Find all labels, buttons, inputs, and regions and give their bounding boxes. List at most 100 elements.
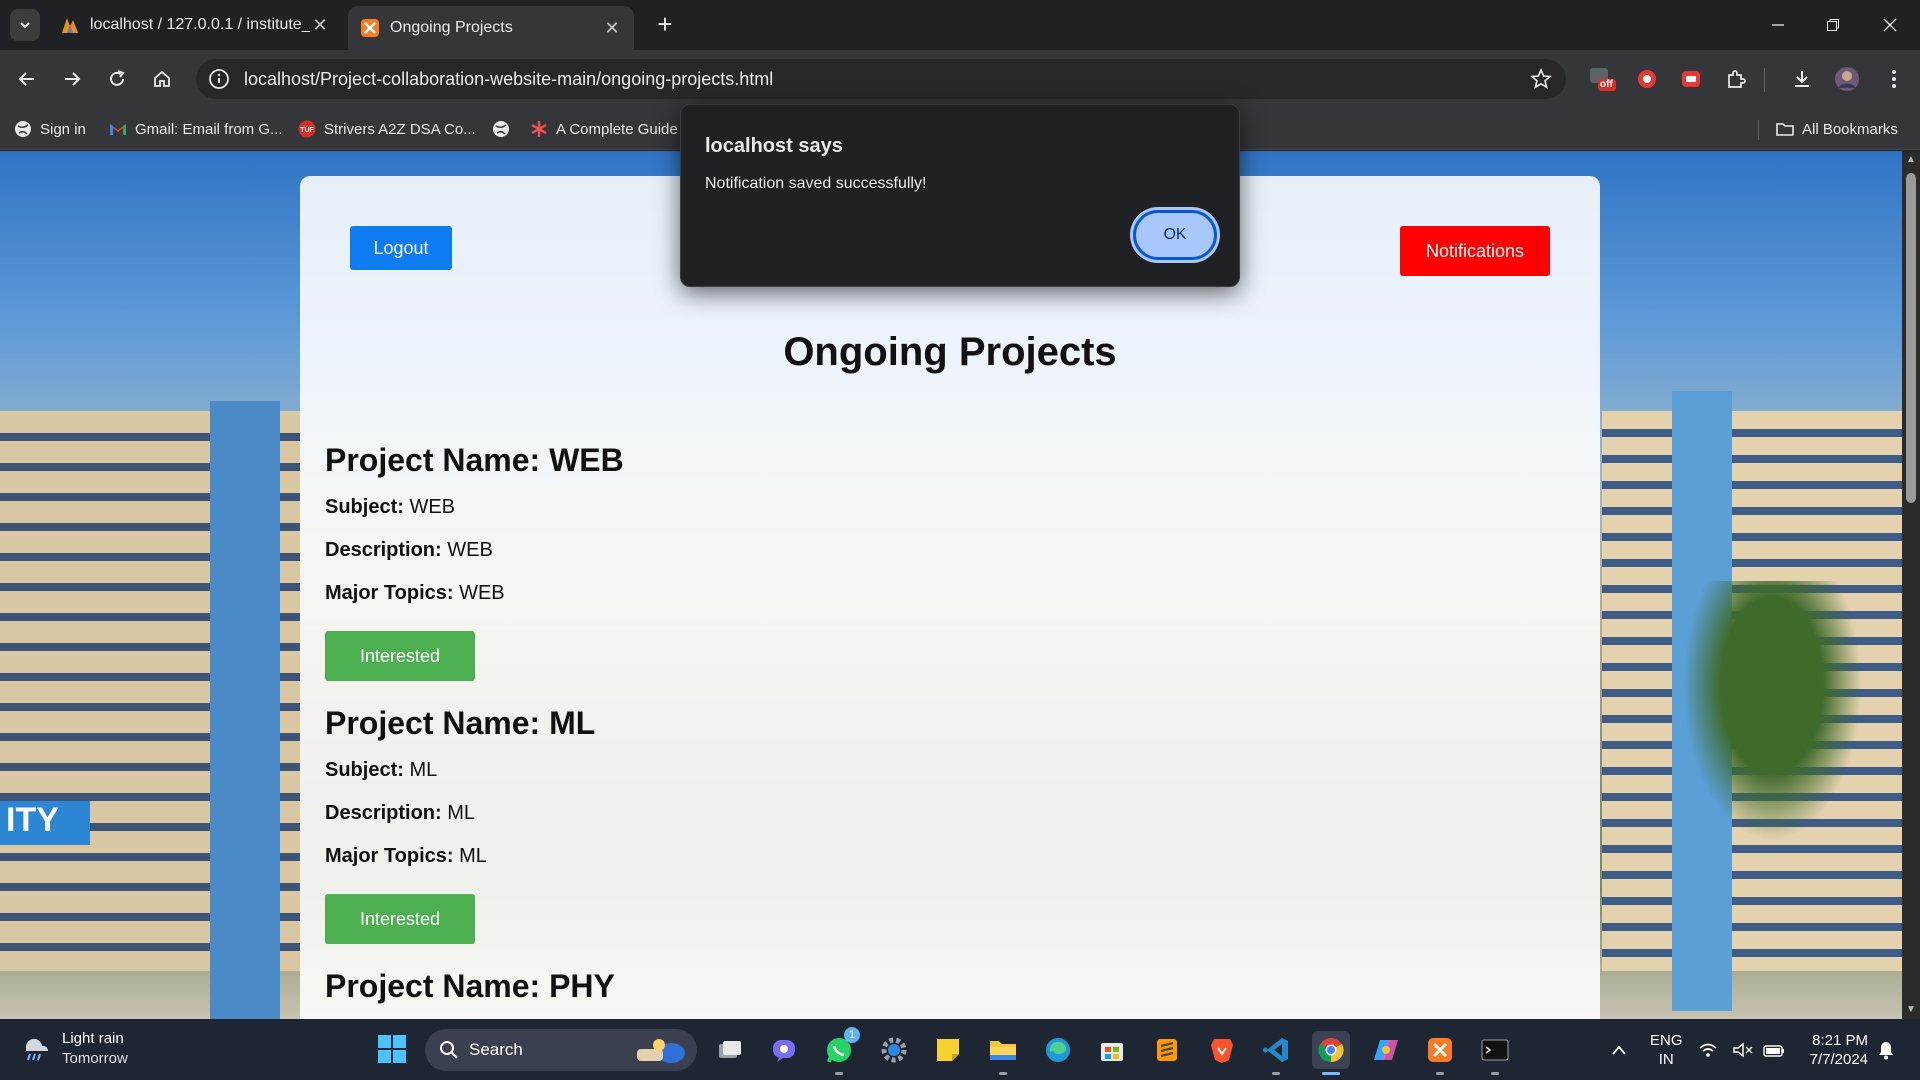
system-clock[interactable]: 8:21 PM 7/7/2024	[1800, 1031, 1868, 1069]
ok-button[interactable]: OK	[1133, 210, 1217, 260]
running-indicator	[999, 1072, 1007, 1075]
close-tab-icon[interactable]: ✕	[602, 18, 622, 39]
bookmark-strivers[interactable]: TUF Strivers A2Z DSA Co...	[298, 117, 476, 141]
edge-icon[interactable]	[1039, 1031, 1077, 1069]
notifications-button[interactable]: Notifications	[1400, 226, 1550, 276]
more-menu-icon[interactable]	[1880, 65, 1908, 93]
extensions-puzzle-icon[interactable]	[1722, 65, 1750, 93]
xampp-icon[interactable]	[1421, 1031, 1459, 1075]
running-indicator	[835, 1072, 843, 1075]
sticky-notes-icon[interactable]	[929, 1031, 967, 1069]
alert-dialog: localhost says Notification saved succes…	[680, 104, 1240, 287]
xampp-icon	[361, 19, 379, 37]
windows-start-icon[interactable]	[377, 1034, 407, 1069]
sublime-text-icon[interactable]	[1148, 1031, 1186, 1069]
download-icon[interactable]	[1788, 65, 1816, 93]
language-indicator[interactable]: ENG IN	[1650, 1031, 1683, 1069]
bookmark-star-icon[interactable]	[1530, 68, 1552, 90]
tab-phpmyadmin[interactable]: localhost / 127.0.0.1 / institute_ ✕	[48, 6, 342, 44]
minimize-icon[interactable]	[1758, 8, 1798, 42]
red-extension-icon[interactable]	[1677, 65, 1705, 93]
close-tab-icon[interactable]: ✕	[310, 15, 330, 36]
weather-widget[interactable]: Light rain Tomorrow	[22, 1029, 128, 1069]
task-view-icon[interactable]	[711, 1031, 749, 1069]
bookmarks-divider	[1758, 120, 1759, 140]
close-window-icon[interactable]	[1870, 8, 1910, 42]
battery-icon[interactable]	[1761, 1031, 1787, 1069]
background-pillar-left	[210, 401, 280, 1019]
all-bookmarks[interactable]: All Bookmarks	[1776, 117, 1898, 141]
bookmark-label: Strivers A2Z DSA Co...	[324, 120, 476, 138]
tab-ongoing-projects[interactable]: Ongoing Projects ✕	[348, 6, 634, 50]
page-scrollbar[interactable]: ▲ ▼	[1902, 151, 1920, 1019]
microsoft-store-icon[interactable]	[1093, 1031, 1131, 1069]
tab-title: Ongoing Projects	[390, 19, 513, 36]
show-hidden-icons-chevron-icon[interactable]	[1600, 1031, 1638, 1069]
asterisk-icon	[531, 121, 547, 137]
projects-card: Logout Notifications Ongoing Projects Pr…	[300, 176, 1600, 1019]
bookmark-complete-guide[interactable]: A Complete Guide	[530, 117, 678, 141]
running-indicator	[1491, 1072, 1499, 1075]
chrome-icon[interactable]	[1312, 1031, 1350, 1075]
tab-title: localhost / 127.0.0.1 / institute_	[90, 16, 310, 33]
bookmark-globe[interactable]	[492, 117, 518, 141]
brave-icon[interactable]	[1203, 1031, 1241, 1069]
home-icon[interactable]	[147, 64, 177, 94]
logout-button[interactable]: Logout	[350, 226, 452, 270]
project-name-heading: Project Name: PHY	[325, 968, 615, 1004]
taskbar: Light rain Tomorrow Search 1 ENG IN 8:21…	[0, 1019, 1920, 1080]
terminal-icon[interactable]	[1476, 1031, 1514, 1075]
project-description: Description: ML	[325, 802, 476, 824]
whatsapp-icon[interactable]: 1	[820, 1027, 860, 1075]
project-name-heading: Project Name: WEB	[325, 442, 624, 478]
meet-chat-icon[interactable]	[766, 1031, 804, 1069]
file-explorer-icon[interactable]	[984, 1031, 1022, 1075]
vscode-icon[interactable]	[1257, 1031, 1295, 1075]
new-tab-icon[interactable]: +	[652, 11, 678, 38]
bookmark-gmail[interactable]: Gmail: Email from G...	[109, 117, 283, 141]
running-indicator	[1436, 1072, 1444, 1075]
page-title: Ongoing Projects	[783, 330, 1117, 374]
taskbar-search[interactable]: Search	[425, 1029, 697, 1071]
wifi-icon[interactable]	[1695, 1031, 1721, 1069]
interested-button[interactable]: Interested	[325, 894, 475, 944]
url-text: localhost/Project-collaboration-website-…	[244, 68, 774, 89]
volume-muted-icon[interactable]	[1730, 1031, 1756, 1069]
weather-time: Tomorrow	[62, 1050, 128, 1067]
project-name: PHY	[549, 968, 615, 1004]
profile-avatar[interactable]	[1833, 65, 1861, 93]
notification-bell-icon[interactable]	[1873, 1031, 1899, 1069]
whatsapp-badge: 1	[844, 1027, 860, 1043]
reload-icon[interactable]	[102, 64, 132, 94]
bookmark-sign-in[interactable]: Sign in	[14, 117, 86, 141]
project-name: WEB	[549, 442, 624, 478]
copilot-icon[interactable]	[1367, 1031, 1405, 1069]
project-item: Project Name: PHY	[325, 968, 615, 1019]
search-icon	[440, 1041, 458, 1059]
running-indicator	[1272, 1072, 1280, 1075]
scrollbar-thumb[interactable]	[1906, 173, 1916, 503]
phpmyadmin-icon	[62, 18, 78, 33]
search-highlight-icon	[637, 1039, 685, 1063]
ublock-extension-icon[interactable]	[1633, 65, 1661, 93]
folder-icon	[1776, 123, 1794, 136]
browser-toolbar: localhost/Project-collaboration-website-…	[0, 50, 1920, 108]
tab-search-button[interactable]	[10, 9, 40, 41]
bookmark-label: Sign in	[40, 120, 86, 138]
interested-button[interactable]: Interested	[325, 631, 475, 681]
bookmark-label: Gmail: Email from G...	[135, 120, 283, 138]
forward-icon[interactable]	[57, 64, 87, 94]
screen-recorder-extension-icon[interactable]: off	[1588, 65, 1616, 93]
scroll-up-icon[interactable]: ▲	[1906, 155, 1916, 165]
scroll-down-icon[interactable]: ▼	[1906, 1005, 1916, 1015]
project-subject: Subject: WEB	[325, 496, 456, 518]
settings-gear-icon[interactable]	[875, 1031, 913, 1069]
address-bar[interactable]: localhost/Project-collaboration-website-…	[196, 59, 1566, 99]
project-subject: Subject: ML	[325, 759, 438, 781]
restore-icon[interactable]	[1813, 8, 1853, 42]
gmail-icon	[110, 124, 126, 135]
weather-condition: Light rain	[62, 1030, 124, 1047]
back-icon[interactable]	[12, 64, 42, 94]
project-item: Project Name: WEB Subject: WEB Descripti…	[325, 442, 624, 681]
site-info-icon[interactable]	[208, 68, 230, 90]
